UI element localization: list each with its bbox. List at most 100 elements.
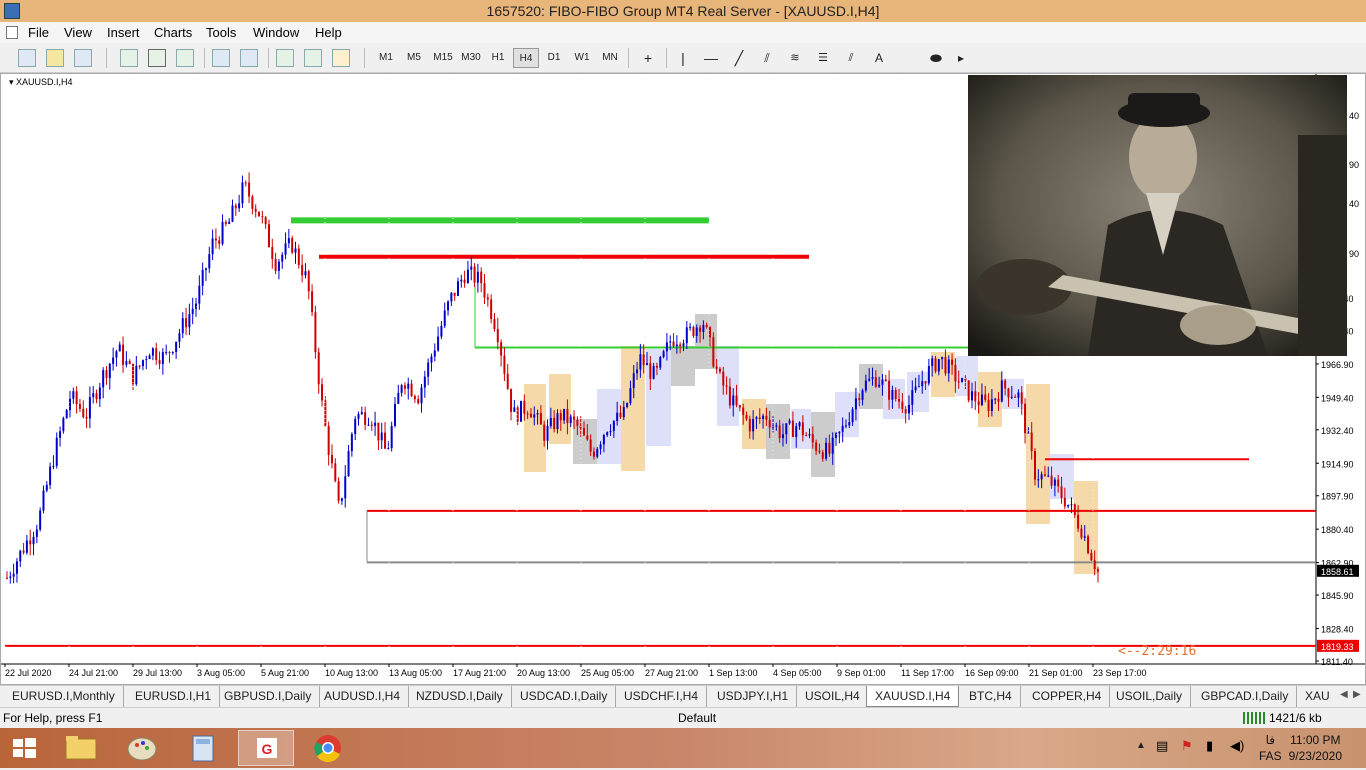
tab-usoil-h4[interactable]: USOIL,H4 xyxy=(797,686,869,707)
mt4-terminal-icon[interactable]: G xyxy=(238,730,294,766)
time-tick-label: 24 Jul 21:00 xyxy=(69,668,118,678)
candle-body xyxy=(1083,536,1086,538)
tab-eurusd-h1[interactable]: EURUSD.I,H1 xyxy=(127,686,221,707)
horizontal-line-icon[interactable]: — xyxy=(702,48,720,68)
candle-body xyxy=(629,388,632,404)
tf-mn[interactable]: MN xyxy=(598,48,622,68)
zoom-out-icon[interactable] xyxy=(240,49,258,67)
auto-scroll-icon[interactable] xyxy=(276,49,294,67)
candle-body xyxy=(88,397,91,419)
calculator-icon[interactable] xyxy=(176,730,232,766)
chart-shift-icon[interactable] xyxy=(304,49,322,67)
tab-usdcad-daily[interactable]: USDCAD.I,Daily xyxy=(512,686,617,707)
start-button[interactable] xyxy=(0,730,48,766)
new-chart-icon[interactable] xyxy=(18,49,36,67)
tray-expand-icon[interactable]: ▲ xyxy=(1136,740,1146,751)
candle-body xyxy=(78,404,81,409)
tabs-scroll-left-icon[interactable]: ◀ xyxy=(1340,689,1348,700)
candle-body xyxy=(539,413,542,425)
tab-gbpcad-daily[interactable]: GBPCAD.I,Daily xyxy=(1193,686,1298,707)
more-tools-icon[interactable]: ▸ xyxy=(954,48,968,68)
tab-audusd-h4[interactable]: AUDUSD.I,H4 xyxy=(316,686,410,707)
candle-body xyxy=(453,292,456,296)
fibo-expansion-icon[interactable]: ≋ xyxy=(786,48,804,68)
portrait-photo xyxy=(968,75,1347,356)
trendline-icon[interactable]: ╱ xyxy=(730,48,748,68)
menu-view[interactable]: View xyxy=(64,25,92,40)
profiles-icon[interactable] xyxy=(46,49,64,67)
candlestick-icon[interactable] xyxy=(148,49,166,67)
tf-w1[interactable]: W1 xyxy=(570,48,594,68)
tab-copper-h4[interactable]: COPPER,H4 xyxy=(1024,686,1111,707)
tab-gbpusd-daily[interactable]: GBPUSD.I,Daily xyxy=(216,686,321,707)
tab-usdchf-h4[interactable]: USDCHF.I,H4 xyxy=(616,686,708,707)
tf-m15[interactable]: M15 xyxy=(430,48,456,68)
tab-xauusd-h4[interactable]: XAUUSD.I,H4 xyxy=(866,686,960,707)
tab-usoil-daily[interactable]: USOIL,Daily xyxy=(1108,686,1192,707)
zoom-in-icon[interactable] xyxy=(212,49,230,67)
tf-h4[interactable]: H4 xyxy=(513,48,539,68)
candle-body xyxy=(254,208,257,212)
system-clock[interactable]: 11:00 PM 9/23/2020 xyxy=(1289,732,1342,764)
battery-icon[interactable]: ▮ xyxy=(1206,738,1213,754)
candle-body xyxy=(1047,475,1050,477)
crosshair-icon[interactable]: + xyxy=(638,48,658,68)
fibo-levels-icon[interactable]: ☰ xyxy=(814,48,832,68)
candle-body xyxy=(536,413,539,415)
tf-m5[interactable]: M5 xyxy=(402,48,426,68)
tf-m30[interactable]: M30 xyxy=(458,48,484,68)
menu-window[interactable]: Window xyxy=(253,25,299,40)
document-icon[interactable] xyxy=(6,26,18,39)
candle-body xyxy=(984,394,987,400)
tab-nzdusd-daily[interactable]: NZDUSD.I,Daily xyxy=(408,686,512,707)
channel-icon[interactable]: ⫽ xyxy=(758,48,776,68)
menu-help[interactable]: Help xyxy=(315,25,342,40)
candle-body xyxy=(350,434,353,452)
candle-body xyxy=(987,399,990,411)
paint-icon[interactable] xyxy=(114,730,170,766)
candle-body xyxy=(825,442,828,459)
templates-icon[interactable] xyxy=(332,49,350,67)
tabs-scroll-right-icon[interactable]: ▶ xyxy=(1353,689,1361,700)
candle-body xyxy=(503,355,506,374)
candle-body xyxy=(251,196,254,209)
bar-chart-icon[interactable] xyxy=(120,49,138,67)
tf-m1[interactable]: M1 xyxy=(374,48,398,68)
chrome-icon[interactable] xyxy=(300,730,356,766)
menu-insert[interactable]: Insert xyxy=(107,25,140,40)
action-center-icon[interactable]: ⚑ xyxy=(1181,738,1193,754)
candle-body xyxy=(500,342,503,356)
network-tray-icon[interactable]: ▤ xyxy=(1156,738,1168,754)
candle-body xyxy=(403,385,406,389)
menu-charts[interactable]: Charts xyxy=(154,25,192,40)
candle-body xyxy=(178,333,181,342)
candle-body xyxy=(105,370,108,379)
candle-body xyxy=(198,285,201,304)
candle-body xyxy=(888,380,891,400)
candle-body xyxy=(420,387,423,404)
fibo-fan-icon[interactable]: ⫽ xyxy=(842,48,860,68)
tab-xau[interactable]: XAU xyxy=(1297,686,1338,707)
vertical-line-icon[interactable]: | xyxy=(676,48,690,68)
file-explorer-icon[interactable] xyxy=(54,730,110,766)
tf-d1[interactable]: D1 xyxy=(542,48,566,68)
candle-body xyxy=(204,268,207,270)
volume-icon[interactable]: ◀) xyxy=(1230,738,1244,754)
tf-h1[interactable]: H1 xyxy=(486,48,510,68)
market-watch-icon[interactable] xyxy=(74,49,92,67)
line-chart-icon[interactable] xyxy=(176,49,194,67)
chart-window[interactable]: 2001.401984.401966.901949.401932.401914.… xyxy=(0,73,1366,685)
text-tool[interactable]: A xyxy=(870,48,888,68)
taskbar: G ▲ ▤ ⚑ ▮ ◀) فا FAS 11:00 PM 9/23/2020 xyxy=(0,728,1366,768)
menu-file[interactable]: File xyxy=(28,25,49,40)
candle-body xyxy=(115,351,118,358)
candle-body xyxy=(911,390,914,405)
tab-usdjpy-h1[interactable]: USDJPY.I,H1 xyxy=(709,686,798,707)
tab-eurusd-monthly[interactable]: EURUSD.I,Monthly xyxy=(4,686,124,707)
candle-body xyxy=(443,310,446,326)
language-indicator[interactable]: فا FAS xyxy=(1259,732,1282,764)
tab-btc-h4[interactable]: BTC,H4 xyxy=(961,686,1021,707)
menu-tools[interactable]: Tools xyxy=(206,25,236,40)
candle-body xyxy=(135,365,138,385)
ellipse-icon[interactable]: ⬬ xyxy=(926,48,946,68)
